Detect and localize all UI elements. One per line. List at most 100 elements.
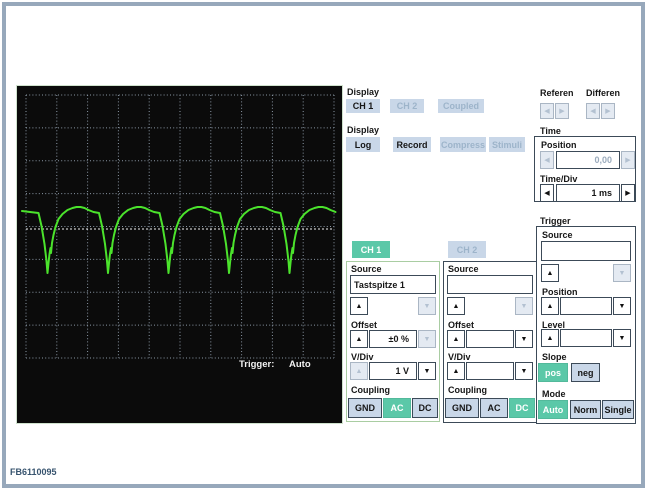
ch2-offset-up-button[interactable]: ▲ (447, 330, 465, 348)
time-position-label: Position (541, 140, 577, 150)
referen-next-button[interactable]: ▶ (555, 103, 569, 119)
trigger-position-label: Position (542, 287, 578, 297)
trigger-mode-label: Mode (542, 389, 566, 399)
up-arrow-icon: ▲ (452, 302, 460, 310)
slope-pos-button[interactable]: pos (538, 363, 568, 382)
ch2-offset-down-button[interactable]: ▼ (515, 330, 533, 348)
ch1-offset-up-button[interactable]: ▲ (350, 330, 368, 348)
referen-prev-button[interactable]: ◀ (540, 103, 554, 119)
ch2-offset-label: Offset (448, 320, 475, 330)
ch2-coupling-gnd-button[interactable]: GND (445, 398, 479, 418)
down-arrow-icon: ▼ (520, 367, 528, 375)
ch1-vdiv-field[interactable]: 1 V (369, 362, 417, 380)
log-button[interactable]: Log (346, 137, 380, 152)
down-arrow-icon: ▼ (618, 302, 626, 310)
time-position-right-button[interactable]: ▶ (621, 151, 635, 169)
left-arrow-icon: ◀ (544, 107, 550, 115)
record-button[interactable]: Record (393, 137, 431, 152)
ch2-source-field[interactable] (447, 275, 533, 294)
ch1-coupling-ac-button[interactable]: AC (383, 398, 411, 418)
scope-display: Trigger: Auto (16, 85, 343, 424)
left-arrow-icon: ◀ (544, 156, 550, 164)
time-position-left-button[interactable]: ◀ (540, 151, 554, 169)
time-div-left-button[interactable]: ◀ (540, 184, 554, 202)
up-arrow-icon: ▲ (452, 367, 460, 375)
up-arrow-icon: ▲ (546, 302, 554, 310)
ch2-vdiv-field[interactable] (466, 362, 514, 380)
compress-button[interactable]: Compress (440, 137, 486, 152)
down-arrow-icon: ▼ (423, 367, 431, 375)
ch2-coupling-dc-button[interactable]: DC (509, 398, 535, 418)
ch2-vdiv-down-button[interactable]: ▼ (515, 362, 533, 380)
ch1-offset-field[interactable]: ±0 % (369, 330, 417, 348)
up-arrow-icon: ▲ (355, 367, 363, 375)
down-arrow-icon: ▼ (423, 302, 431, 310)
ch2-vdiv-label: V/Div (448, 352, 471, 362)
ch1-source-field[interactable]: Tastspitze 1 (350, 275, 436, 294)
down-arrow-icon: ▼ (520, 302, 528, 310)
ch2-coupling-label: Coupling (448, 385, 487, 395)
ch1-coupling-gnd-button[interactable]: GND (348, 398, 382, 418)
trigger-level-up-button[interactable]: ▲ (541, 329, 559, 347)
time-position-field[interactable]: 0,00 (556, 151, 620, 169)
ch2-display-button[interactable]: CH 2 (390, 99, 424, 113)
trigger-level-down-button[interactable]: ▼ (613, 329, 631, 347)
slope-neg-button[interactable]: neg (571, 363, 600, 382)
ch2-offset-field[interactable] (466, 330, 514, 348)
ch2-source-up-button[interactable]: ▲ (447, 297, 465, 315)
mode-norm-button[interactable]: Norm (570, 400, 601, 419)
trigger-source-up-button[interactable]: ▲ (541, 264, 559, 282)
differen-label: Differen (586, 88, 621, 98)
trigger-slope-label: Slope (542, 352, 567, 362)
up-arrow-icon: ▲ (546, 334, 554, 342)
ch1-coupling-dc-button[interactable]: DC (412, 398, 438, 418)
trigger-source-label: Source (542, 230, 573, 240)
ch2-coupling-ac-button[interactable]: AC (480, 398, 508, 418)
ch1-source-down-button[interactable]: ▼ (418, 297, 436, 315)
mode-single-button[interactable]: Single (602, 400, 634, 419)
time-group-label: Time (540, 126, 561, 136)
right-arrow-icon: ▶ (559, 107, 565, 115)
trigger-source-field[interactable] (541, 241, 631, 261)
trigger-position-down-button[interactable]: ▼ (613, 297, 631, 315)
ch1-source-up-button[interactable]: ▲ (350, 297, 368, 315)
stimuli-button[interactable]: Stimuli (489, 137, 525, 152)
down-arrow-icon: ▼ (618, 334, 626, 342)
ch1-coupling-label: Coupling (351, 385, 390, 395)
scope-graticule-and-waveform (21, 94, 337, 359)
display-modes-label: Display (347, 125, 380, 135)
right-arrow-icon: ▶ (625, 189, 631, 197)
coupled-display-button[interactable]: Coupled (438, 99, 484, 113)
ch1-display-button[interactable]: CH 1 (346, 99, 380, 113)
up-arrow-icon: ▲ (452, 335, 460, 343)
time-div-label: Time/Div (540, 174, 578, 184)
up-arrow-icon: ▲ (355, 335, 363, 343)
down-arrow-icon: ▼ (423, 335, 431, 343)
ch1-vdiv-up-button[interactable]: ▲ (350, 362, 368, 380)
trigger-position-up-button[interactable]: ▲ (541, 297, 559, 315)
ch1-vdiv-down-button[interactable]: ▼ (418, 362, 436, 380)
up-arrow-icon: ▲ (546, 269, 554, 277)
ch1-tab[interactable]: CH 1 (352, 241, 390, 258)
time-div-field[interactable]: 1 ms (556, 184, 620, 202)
ch2-source-down-button[interactable]: ▼ (515, 297, 533, 315)
mode-auto-button[interactable]: Auto (538, 400, 568, 419)
differen-next-button[interactable]: ▶ (601, 103, 615, 119)
down-arrow-icon: ▼ (520, 335, 528, 343)
time-div-right-button[interactable]: ▶ (621, 184, 635, 202)
trigger-level-field[interactable] (560, 329, 612, 347)
trigger-status-label: Trigger: (239, 359, 275, 370)
ch1-vdiv-label: V/Div (351, 352, 374, 362)
trigger-source-down-button[interactable]: ▼ (613, 264, 631, 282)
down-arrow-icon: ▼ (618, 269, 626, 277)
trigger-position-field[interactable] (560, 297, 612, 315)
ch2-source-label: Source (448, 264, 479, 274)
ch1-source-label: Source (351, 264, 382, 274)
differen-prev-button[interactable]: ◀ (586, 103, 600, 119)
ch2-tab[interactable]: CH 2 (448, 241, 486, 258)
ch2-vdiv-up-button[interactable]: ▲ (447, 362, 465, 380)
ch1-offset-label: Offset (351, 320, 378, 330)
right-arrow-icon: ▶ (605, 107, 611, 115)
figure-id-label: FB6110095 (10, 467, 57, 477)
ch1-offset-down-button[interactable]: ▼ (418, 330, 436, 348)
